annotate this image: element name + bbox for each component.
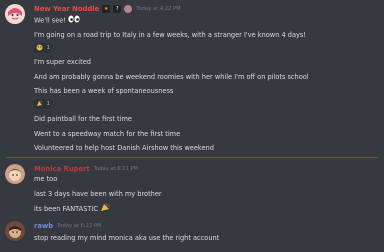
eyes-emoji-icon [68,15,80,26]
message-line: last 3 days have been with my brother [34,190,162,198]
message-line: Went to a speedway match for the first t… [34,130,181,138]
new-messages-divider [6,157,378,158]
avatar[interactable] [5,221,25,241]
username[interactable]: rawb [34,222,53,230]
timestamp: Today at 6:21 PM [93,166,139,172]
message-header: New Year Noddle ★ ? Today at 4:22 PM [34,4,181,14]
timestamp: Today at 4:22 PM [136,6,181,12]
message-line: Did paintball for the first time [34,115,132,123]
message-line: We'll see! [34,15,80,25]
party-emoji-icon [100,203,110,215]
reaction-emoji-icon [36,100,43,109]
message-header: rawb Today at 6:22 PM [34,221,102,231]
message-line: me too [34,175,58,183]
avatar[interactable] [5,164,25,184]
role-badge-icon [124,5,133,13]
message-header: Monica Rupert Today at 6:21 PM [34,164,138,174]
message-line: I'm super excited [34,58,91,66]
reaction-count: 1 [46,101,51,107]
star-badge-icon: ★ [102,5,111,13]
reaction-count: 1 [46,45,51,51]
username[interactable]: Monica Rupert [34,165,90,173]
message-line: And am probably gonna be weekend roomies… [34,73,309,81]
avatar[interactable] [5,4,25,24]
question-badge-icon: ? [113,5,122,13]
timestamp: Today at 6:22 PM [57,223,102,229]
reaction-button[interactable]: 1 [34,99,52,109]
reaction-button[interactable]: 1 [34,43,52,53]
message-line: I'm going on a road trip to Italy in a f… [34,31,306,39]
reaction-emoji-icon [36,44,43,53]
message-line: its been FANTASTIC [34,203,110,213]
message-line: stop reading my mind monica aka use the … [34,234,220,242]
message-line: Volunteered to help host Danish Airshow … [34,144,214,152]
username[interactable]: New Year Noddle [34,5,99,13]
message-line: This has been a week of spontaneousness [34,87,174,95]
